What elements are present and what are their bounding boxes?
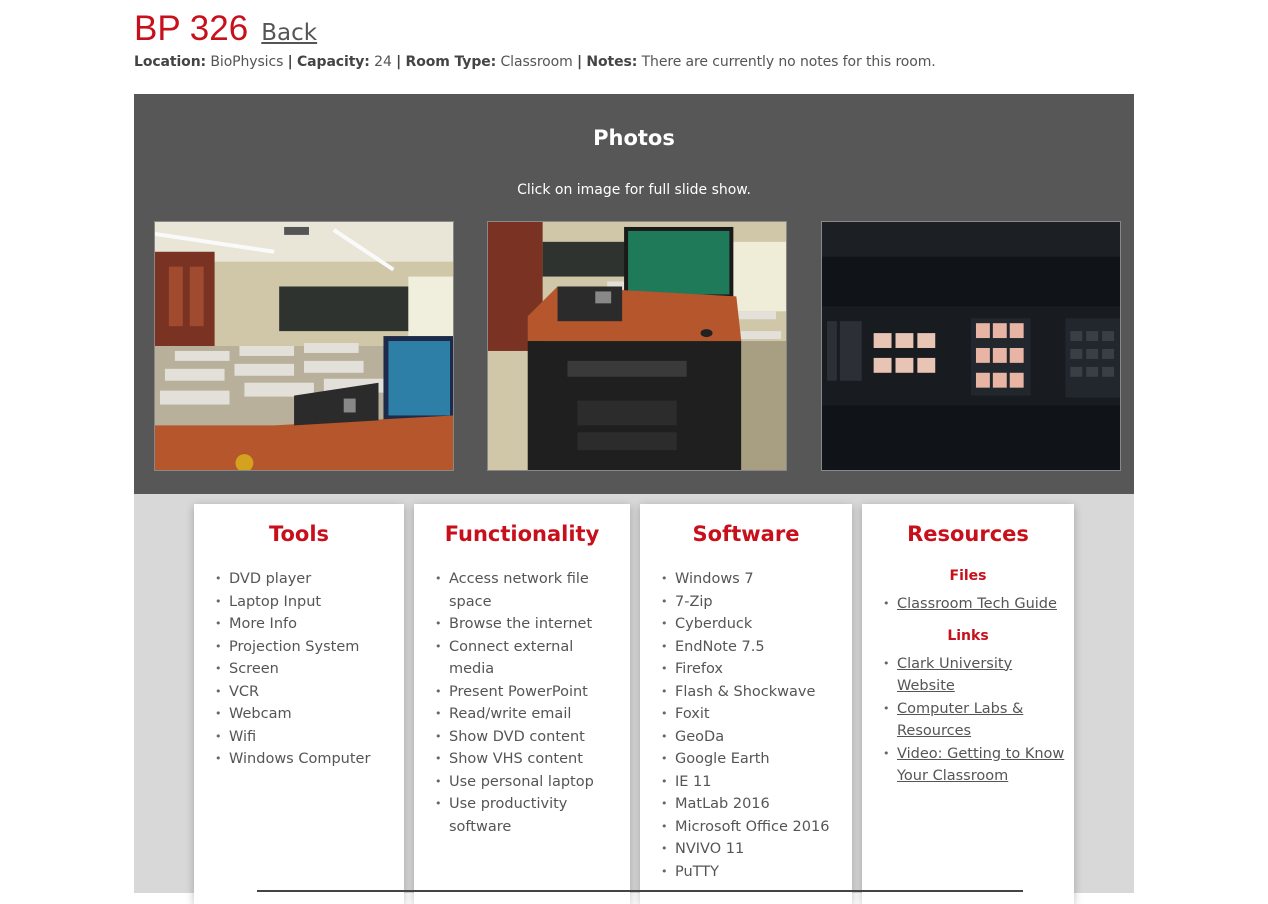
tools-heading: Tools <box>268 522 330 546</box>
software-list-item: Foxit <box>661 703 852 726</box>
av-control-panel-photo[interactable] <box>821 221 1121 471</box>
podium-computer-photo[interactable] <box>487 221 787 471</box>
links-list: Clark University Website Computer Labs & … <box>862 653 1074 788</box>
tools-list-item: Webcam <box>215 703 404 726</box>
classroom-desks-photo[interactable] <box>154 221 454 471</box>
room-meta: Location: BioPhysics | Capacity: 24 | Ro… <box>134 54 1134 70</box>
resources-heading: Resources <box>907 522 1029 546</box>
software-list-item: Flash & Shockwave <box>661 681 852 704</box>
software-list-item: Windows 7 <box>661 568 852 591</box>
room-title: BP 326 <box>134 9 249 48</box>
notes-value: There are currently no notes for this ro… <box>641 54 936 70</box>
file-link: Classroom Tech Guide <box>883 593 1074 616</box>
capacity-value: 24 <box>374 54 392 70</box>
footer-divider <box>257 890 1023 892</box>
separator: | <box>577 54 583 70</box>
files-heading: Files <box>949 568 987 584</box>
functionality-list-item: Read/write email <box>435 703 630 726</box>
location-label: Location: <box>134 54 207 70</box>
software-list-item: GeoDa <box>661 726 852 749</box>
resource-link: Video: Getting to Know Your Classroom <box>883 743 1074 788</box>
tools-list-item: VCR <box>215 681 404 704</box>
back-link[interactable]: Back <box>261 20 317 46</box>
photos-heading: Photos <box>593 126 675 150</box>
software-list-item: NVIVO 11 <box>661 838 852 861</box>
room-type-label: Room Type: <box>405 54 497 70</box>
functionality-list-item: Browse the internet <box>435 613 630 636</box>
tools-list-item: Windows Computer <box>215 748 404 771</box>
software-list-item: Firefox <box>661 658 852 681</box>
photos-caption: Click on image for full slide show. <box>517 182 751 198</box>
software-list-item: MatLab 2016 <box>661 793 852 816</box>
software-list: Windows 77-ZipCyberduckEndNote 7.5Firefo… <box>640 568 852 883</box>
resource-link-anchor[interactable]: Computer Labs & Resources <box>897 701 1023 740</box>
software-card: Software Windows 77-ZipCyberduckEndNote … <box>640 504 852 904</box>
links-heading: Links <box>947 627 989 644</box>
resources-card: Resources Files Classroom Tech Guide Lin… <box>862 504 1074 904</box>
separator: | <box>396 54 402 70</box>
separator: | <box>287 54 293 70</box>
page-header: BP 326 Back Location: BioPhysics | Capac… <box>134 0 1134 70</box>
functionality-list: Access network file spaceBrowse the inte… <box>414 568 630 838</box>
capacity-label: Capacity: <box>297 54 370 70</box>
info-cards-area: Tools DVD playerLaptop InputMore InfoPro… <box>134 494 1134 904</box>
resource-link: Computer Labs & Resources <box>883 698 1074 743</box>
functionality-list-item: Show DVD content <box>435 726 630 749</box>
tools-list-item: More Info <box>215 613 404 636</box>
photos-section: Photos Click on image for full slide sho… <box>134 94 1134 494</box>
software-list-item: EndNote 7.5 <box>661 636 852 659</box>
software-list-item: PuTTY <box>661 861 852 884</box>
tools-list-item: Projection System <box>215 636 404 659</box>
software-list-item: Microsoft Office 2016 <box>661 816 852 839</box>
software-list-item: Google Earth <box>661 748 852 771</box>
functionality-list-item: Connect external media <box>435 636 630 681</box>
tools-list-item: DVD player <box>215 568 404 591</box>
resource-link: Clark University Website <box>883 653 1074 698</box>
functionality-list-item: Use personal laptop <box>435 771 630 794</box>
file-link-anchor[interactable]: Classroom Tech Guide <box>897 596 1057 612</box>
tools-list-item: Screen <box>215 658 404 681</box>
software-list-item: 7-Zip <box>661 591 852 614</box>
tools-list: DVD playerLaptop InputMore InfoProjectio… <box>194 568 404 771</box>
tools-list-item: Laptop Input <box>215 591 404 614</box>
functionality-card: Functionality Access network file spaceB… <box>414 504 630 904</box>
resource-link-anchor[interactable]: Video: Getting to Know Your Classroom <box>897 746 1064 785</box>
tools-card: Tools DVD playerLaptop InputMore InfoPro… <box>194 504 404 904</box>
files-list: Classroom Tech Guide <box>862 593 1074 616</box>
functionality-heading: Functionality <box>444 522 600 546</box>
software-heading: Software <box>692 522 800 546</box>
tools-list-item: Wifi <box>215 726 404 749</box>
software-list-item: IE 11 <box>661 771 852 794</box>
notes-label: Notes: <box>586 54 638 70</box>
room-type-value: Classroom <box>500 54 573 70</box>
functionality-list-item: Use productivity software <box>435 793 630 838</box>
software-list-item: Cyberduck <box>661 613 852 636</box>
location-value: BioPhysics <box>210 54 284 70</box>
resource-link-anchor[interactable]: Clark University Website <box>897 656 1012 695</box>
functionality-list-item: Present PowerPoint <box>435 681 630 704</box>
functionality-list-item: Show VHS content <box>435 748 630 771</box>
functionality-list-item: Access network file space <box>435 568 630 613</box>
